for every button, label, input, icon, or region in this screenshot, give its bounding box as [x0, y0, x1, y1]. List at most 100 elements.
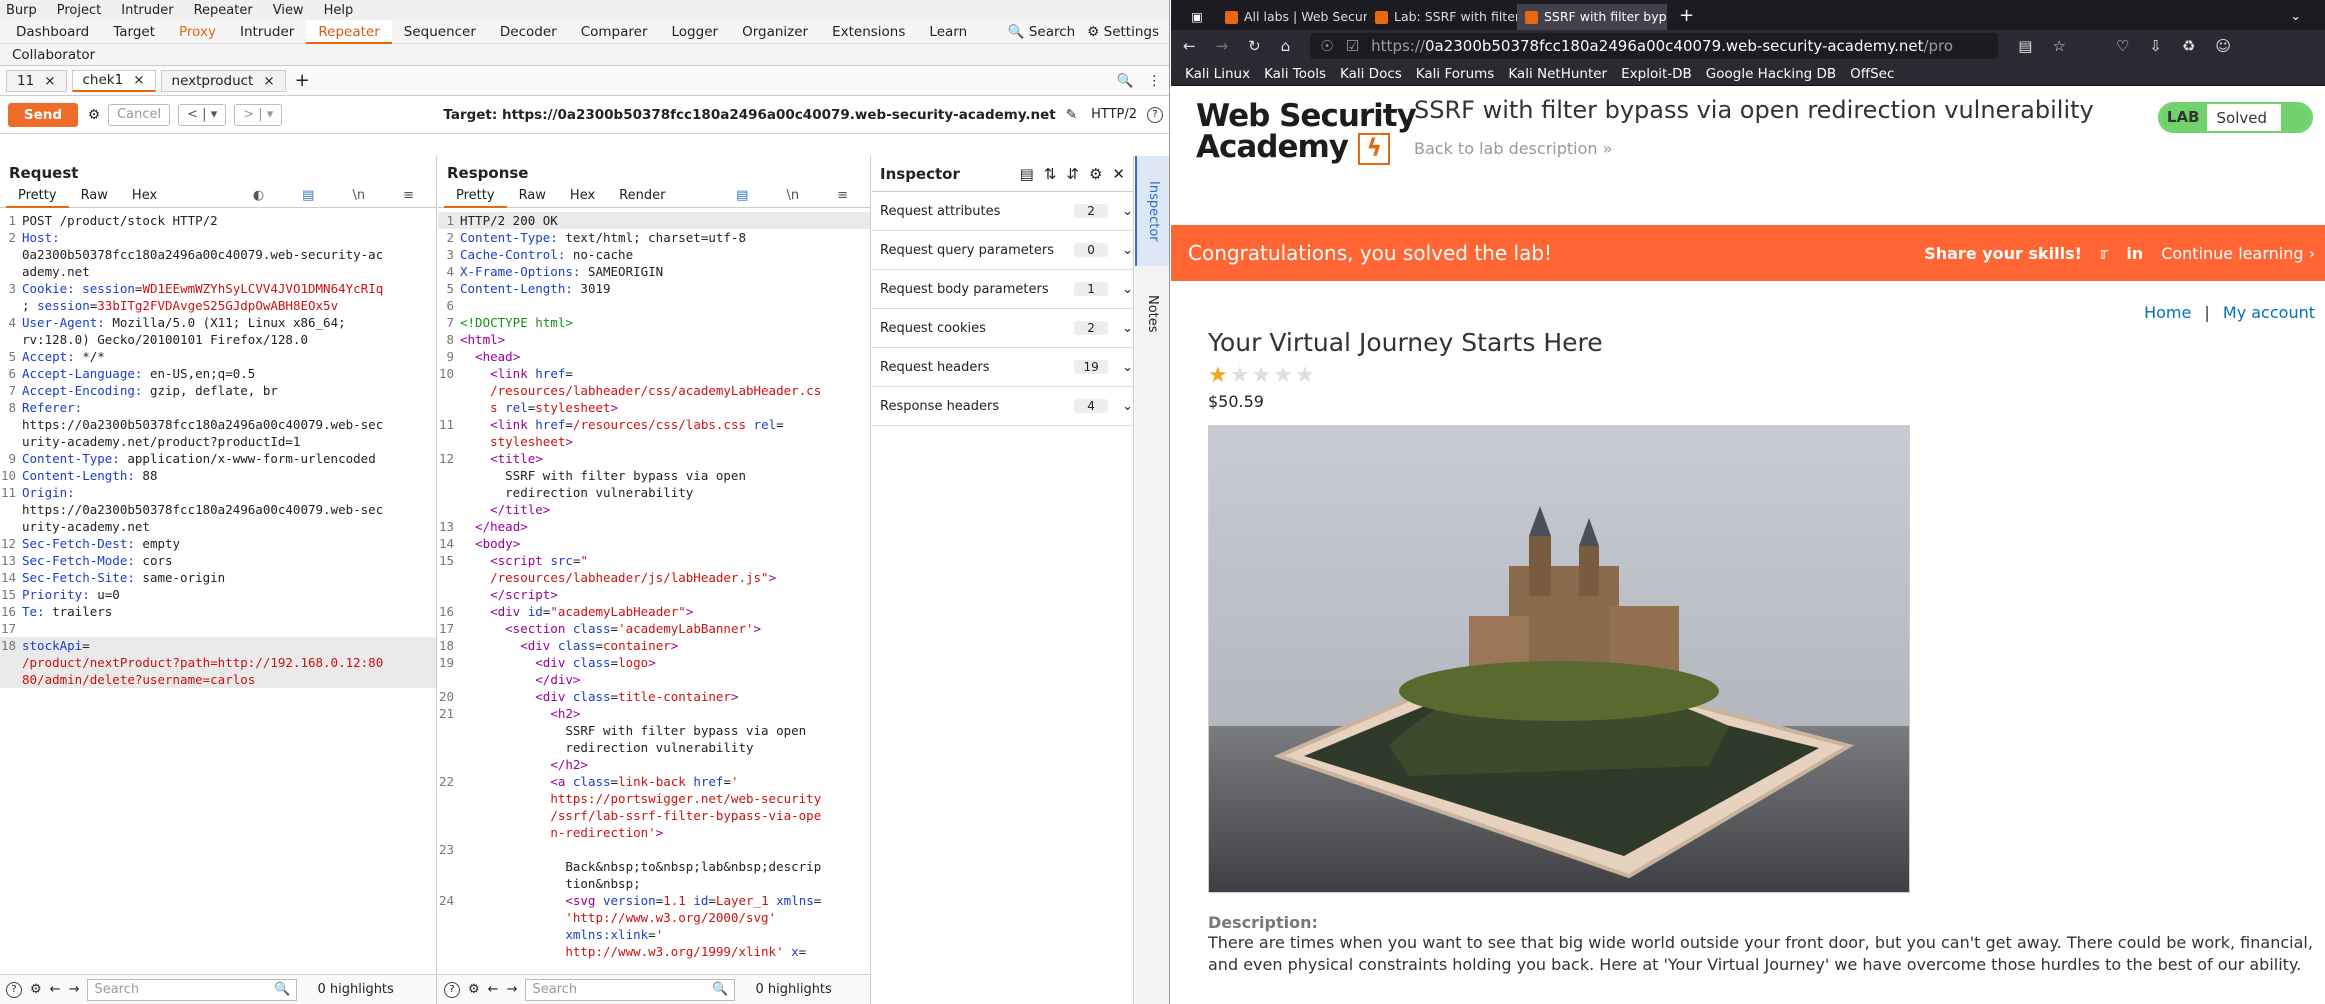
help-icon[interactable]: ? [6, 981, 22, 998]
url-bar[interactable]: ☉ ☑ https://0a2300b50378fcc180a2496a00c4… [1310, 33, 1999, 59]
prev-arrow-icon[interactable]: ← [50, 982, 61, 997]
browser-tab-active[interactable]: SSRF with filter bypass vi× [1517, 4, 1667, 30]
bookmark-google-hacking-db[interactable]: Google Hacking DB [1706, 66, 1836, 82]
send-button[interactable]: Send [8, 102, 78, 127]
tool-tab-repeater[interactable]: Repeater [306, 19, 392, 44]
reader-icon[interactable]: ▤ [2018, 37, 2032, 55]
http-version[interactable]: HTTP/2 [1091, 107, 1137, 122]
shield-icon[interactable]: ☉ [1320, 37, 1333, 55]
home-link[interactable]: Home [2144, 303, 2191, 322]
gear-icon[interactable]: ⚙ [468, 982, 480, 997]
tool-tab-target[interactable]: Target [101, 20, 167, 44]
tab-hex[interactable]: Hex [558, 184, 607, 208]
inspector-row[interactable]: Request query parameters 0 ⌄ [872, 231, 1133, 270]
close-icon[interactable]: × [133, 69, 144, 91]
browser-tab[interactable]: All labs | Web Security Ac [1217, 4, 1367, 30]
inspector-row[interactable]: Request headers 19 ⌄ [872, 348, 1133, 387]
more-icon[interactable]: ⋮ [1148, 73, 1162, 89]
tool-tab-learn[interactable]: Learn [917, 20, 979, 44]
gear-icon[interactable]: ⚙ [30, 982, 42, 997]
search-button[interactable]: 🔍 Search [1008, 24, 1076, 40]
linkedin-icon[interactable]: in [2126, 244, 2143, 263]
tab-raw[interactable]: Raw [507, 184, 558, 208]
reload-icon[interactable]: ↻ [1248, 37, 1261, 55]
continue-learning-link[interactable]: Continue learning › [2161, 244, 2315, 263]
tab-render[interactable]: Render [607, 184, 677, 208]
lock-icon[interactable]: ☑ [1346, 37, 1359, 55]
menu-burp[interactable]: Burp [6, 3, 37, 18]
settings-button[interactable]: ⚙ Settings [1087, 24, 1159, 40]
bookmark-star-icon[interactable]: ☆ [2052, 37, 2065, 55]
twitter-icon[interactable]: 𝕣 [2100, 244, 2108, 263]
inspector-row[interactable]: Request cookies 2 ⌄ [872, 309, 1133, 348]
back-icon[interactable]: ← [1183, 37, 1196, 55]
hide-icon[interactable]: ◐ [241, 184, 276, 208]
bookmark-kali-linux[interactable]: Kali Linux [1185, 66, 1250, 82]
request-editor[interactable]: 1 POST /product/stock HTTP/2 2 Host: 0a230… [0, 208, 436, 688]
newline-icon[interactable]: \n [774, 184, 811, 208]
bookmark-offsec[interactable]: OffSec [1850, 66, 1894, 82]
tool-tab-extensions[interactable]: Extensions [820, 20, 917, 44]
back-history-button[interactable]: < | ▾ [178, 103, 227, 126]
tool-tab-intruder[interactable]: Intruder [228, 20, 306, 44]
wrap-icon[interactable]: ▤ [724, 184, 760, 208]
bookmark-kali-docs[interactable]: Kali Docs [1340, 66, 1402, 82]
tool-tab-decoder[interactable]: Decoder [488, 20, 569, 44]
edit-target-icon[interactable]: ✎ [1066, 107, 1077, 123]
wrap-icon[interactable]: ▤ [290, 184, 326, 208]
tab-list-icon[interactable]: ▣ [1177, 4, 1217, 30]
downloads-icon[interactable]: ⇩ [2149, 37, 2162, 55]
browser-tab[interactable]: Lab: SSRF with filter bypa [1367, 4, 1517, 30]
side-tab-inspector[interactable]: Inspector [1135, 156, 1169, 266]
inspector-row[interactable]: Request attributes 2 ⌄ [872, 192, 1133, 231]
help-icon[interactable]: ? [444, 981, 460, 998]
close-icon[interactable]: ✕ [1112, 165, 1125, 183]
newline-icon[interactable]: \n [340, 184, 377, 208]
collapse-icon[interactable]: ⇵ [1066, 165, 1079, 183]
bookmark-exploit-db[interactable]: Exploit-DB [1621, 66, 1692, 82]
next-arrow-icon[interactable]: → [69, 982, 80, 997]
menu-icon[interactable]: ≡ [391, 184, 426, 208]
tab-pretty[interactable]: Pretty [6, 184, 69, 208]
menu-repeater[interactable]: Repeater [194, 3, 253, 18]
repeater-tab[interactable]: nextproduct × [160, 69, 286, 92]
tool-tab-comparer[interactable]: Comparer [569, 20, 660, 44]
align-icon[interactable]: ⇅ [1044, 165, 1057, 183]
tab-overflow-icon[interactable]: ⌄ [2291, 4, 2301, 30]
request-search-input[interactable]: Search 🔍 [87, 978, 298, 1001]
help-icon[interactable]: ? [1147, 106, 1163, 123]
back-to-lab-link[interactable]: Back to lab description » [1414, 139, 1612, 158]
side-tab-notes[interactable]: Notes [1135, 274, 1169, 354]
inspector-row[interactable]: Response headers 4 ⌄ [872, 387, 1133, 426]
forward-history-button[interactable]: > | ▾ [234, 103, 283, 126]
menu-icon[interactable]: ≡ [825, 184, 860, 208]
response-editor[interactable]: 1 HTTP/2 200 OK 2 Content-Type: text/html;… [438, 208, 870, 960]
prev-arrow-icon[interactable]: ← [488, 982, 499, 997]
my-account-link[interactable]: My account [2223, 303, 2315, 322]
forward-icon[interactable]: → [1216, 37, 1229, 55]
menu-project[interactable]: Project [57, 3, 101, 18]
bookmark-kali-tools[interactable]: Kali Tools [1264, 66, 1326, 82]
next-arrow-icon[interactable]: → [507, 982, 518, 997]
layout-icon[interactable]: ▤ [1020, 165, 1034, 183]
tool-tab-logger[interactable]: Logger [660, 20, 731, 44]
inspector-row[interactable]: Request body parameters 1 ⌄ [872, 270, 1133, 309]
bookmark-kali-forums[interactable]: Kali Forums [1416, 66, 1495, 82]
tool-tab-dashboard[interactable]: Dashboard [4, 20, 101, 44]
add-tab-icon[interactable]: + [295, 70, 310, 91]
close-icon[interactable]: × [44, 70, 55, 92]
repeater-tab[interactable]: 11 × [6, 69, 67, 92]
tab-pretty[interactable]: Pretty [444, 184, 507, 208]
search-icon[interactable]: 🔍 [1117, 73, 1134, 89]
wsa-logo[interactable]: Web Security Academy ϟ [1196, 101, 1417, 165]
response-search-input[interactable]: Search 🔍 [525, 978, 736, 1001]
menu-help[interactable]: Help [324, 3, 354, 18]
cancel-button[interactable]: Cancel [108, 103, 171, 126]
repeater-tab[interactable]: chek1 × [71, 69, 156, 92]
close-icon[interactable]: × [263, 70, 274, 92]
gear-icon[interactable]: ⚙ [1089, 165, 1102, 183]
menu-intruder[interactable]: Intruder [121, 3, 173, 18]
pocket-icon[interactable]: ♡ [2116, 37, 2129, 55]
tool-tab-sequencer[interactable]: Sequencer [392, 20, 488, 44]
tool-tab-organizer[interactable]: Organizer [730, 20, 820, 44]
